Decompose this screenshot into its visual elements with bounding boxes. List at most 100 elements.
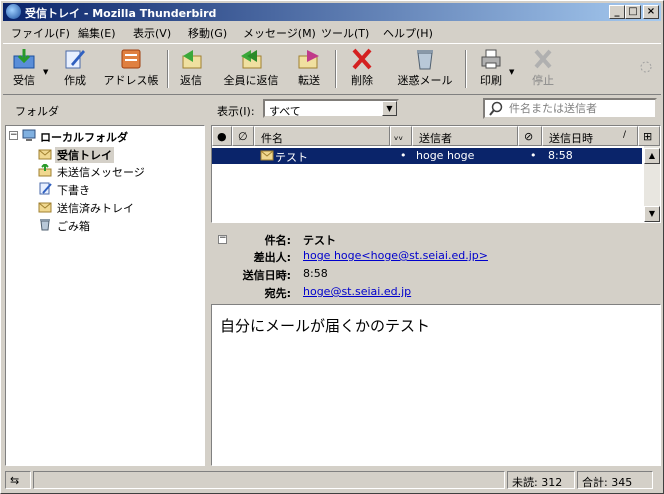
table-row[interactable]: テスト • hoge hoge • 8:58	[212, 148, 642, 164]
col-thread-icon[interactable]: ●	[212, 126, 232, 146]
address-book-button[interactable]: アドレス帳	[103, 48, 159, 90]
menu-message[interactable]: メッセージ(M)	[243, 25, 316, 41]
delete-x-icon	[350, 48, 374, 70]
compose-button[interactable]: 作成	[59, 48, 91, 90]
from-label: 差出人:	[253, 251, 291, 264]
folder-unsent[interactable]: 未送信メッセージ	[6, 162, 202, 180]
read-status-icon: ᵥᵥ	[394, 130, 404, 143]
outbox-icon	[38, 162, 52, 177]
view-label: 表示(I):	[217, 105, 255, 118]
thread-column-icon: ●	[217, 130, 227, 143]
thread-scrollbar[interactable]: ▲ ▼	[644, 146, 660, 222]
get-mail-dropdown-icon[interactable]: ▼	[43, 68, 48, 76]
col-read[interactable]: ᵥᵥ	[390, 126, 412, 146]
search-input[interactable]	[509, 101, 649, 116]
col-attachment[interactable]: ∅	[232, 126, 254, 146]
address-book-icon	[119, 48, 143, 70]
minimize-button[interactable]: _	[609, 5, 625, 19]
column-picker-icon: ⊞	[643, 130, 653, 143]
folder-inbox[interactable]: 受信トレイ	[6, 146, 202, 163]
view-select[interactable]: すべて ▼	[263, 99, 399, 118]
col-sender[interactable]: 送信者	[412, 126, 518, 146]
printer-icon	[479, 48, 503, 70]
junk-button[interactable]: 迷惑メール	[397, 48, 453, 90]
chevron-down-icon[interactable]: ▼	[382, 101, 397, 116]
computer-icon	[22, 129, 36, 142]
col-junk[interactable]: ⊘	[518, 126, 542, 146]
sent-icon	[38, 200, 52, 213]
folder-trash[interactable]: ごみ箱	[6, 217, 202, 234]
message-body-text: 自分にメールが届くかのテスト	[220, 317, 431, 335]
folder-drafts[interactable]: 下書き	[6, 181, 202, 198]
sort-ascending-icon: ∕	[623, 130, 627, 140]
to-link[interactable]: hoge@st.seiai.ed.jp	[303, 285, 411, 298]
thread-pane[interactable]: ● ∅ 件名 ᵥᵥ 送信者 ⊘ 送信日時 ∕ ⊞ テスト • hoge hoge…	[211, 125, 661, 223]
get-mail-button[interactable]: 受信	[9, 48, 39, 90]
col-date[interactable]: 送信日時 ∕	[542, 126, 638, 146]
unread-count-panel: 未読: 312	[507, 471, 575, 489]
delete-button[interactable]: 削除	[347, 48, 377, 90]
menu-help[interactable]: ヘルプ(H)	[383, 25, 433, 41]
reply-icon	[179, 48, 203, 70]
menu-tools[interactable]: ツール(T)	[321, 25, 369, 41]
subject-label: 件名:	[264, 234, 291, 247]
stop-icon	[531, 48, 555, 70]
message-date: 8:58	[548, 149, 573, 162]
local-folders-label: ローカルフォルダ	[40, 131, 128, 144]
reply-all-button[interactable]: 全員に返信	[221, 48, 281, 90]
view-selected-value: すべて	[269, 105, 301, 118]
main-toolbar: 受信 ▼ 作成 アドレス帳 返信 全員に返信 転送 削除 迷惑メール 印刷 ▼ …	[3, 43, 661, 95]
view-bar: 表示(I): すべて ▼	[211, 95, 661, 121]
print-button[interactable]: 印刷	[477, 48, 505, 90]
menu-bar: ファイル(F) 編集(E) 表示(V) 移動(G) メッセージ(M) ツール(T…	[3, 22, 661, 41]
online-status-icon: ⇆	[10, 474, 20, 487]
message-sender: hoge hoge	[416, 149, 475, 162]
subject-column-label: 件名	[261, 132, 283, 145]
header-subject-row: 件名: テスト	[211, 232, 661, 250]
search-icon[interactable]	[488, 101, 506, 119]
col-subject[interactable]: 件名	[254, 126, 390, 146]
unread-count: 未読: 312	[512, 476, 563, 489]
inbox-icon	[38, 147, 52, 160]
header-to-row: 宛先: hoge@st.seiai.ed.jp	[211, 285, 661, 303]
menu-go[interactable]: 移動(G)	[188, 25, 227, 41]
stop-button[interactable]: 停止	[529, 48, 557, 90]
tree-root-local-folders[interactable]: − ローカルフォルダ	[6, 128, 202, 145]
offline-toggle[interactable]: ⇆	[5, 471, 31, 489]
header-from-row: 差出人: hoge hoge<hoge@st.seiai.ed.jp>	[211, 249, 661, 267]
toolbar-separator	[335, 50, 337, 88]
collapse-toggle-icon[interactable]: −	[9, 131, 18, 140]
sent-label: 送信済みトレイ	[57, 202, 134, 215]
compose-icon	[63, 48, 87, 70]
date-column-label: 送信日時	[549, 132, 593, 145]
search-box[interactable]	[483, 98, 657, 119]
folder-tree[interactable]: − ローカルフォルダ 受信トレイ 未送信メッセージ 下書き 送信済みトレイ ごみ…	[5, 125, 205, 466]
folder-pane-title: フォルダ	[15, 105, 59, 118]
throbber-icon	[639, 60, 653, 77]
from-link[interactable]: hoge hoge<hoge@st.seiai.ed.jp>	[303, 249, 488, 262]
maximize-button[interactable]: □	[625, 5, 641, 19]
attachment-icon: ∅	[238, 130, 248, 143]
drafts-label: 下書き	[57, 184, 90, 197]
total-count-panel: 合計: 345	[577, 471, 653, 489]
trash-can-icon	[413, 48, 437, 70]
column-picker[interactable]: ⊞	[638, 126, 660, 146]
menu-view[interactable]: 表示(V)	[133, 25, 171, 41]
menu-edit[interactable]: 編集(E)	[78, 25, 116, 41]
reply-button[interactable]: 返信	[175, 48, 207, 90]
thunderbird-app-icon[interactable]	[6, 4, 21, 19]
to-label: 宛先:	[264, 287, 291, 300]
status-bar: ⇆ 未読: 312 合計: 345	[3, 469, 661, 491]
folder-sent[interactable]: 送信済みトレイ	[6, 199, 202, 216]
close-button[interactable]: ×	[643, 5, 659, 19]
get-mail-icon	[12, 48, 36, 70]
read-dot-icon[interactable]: •	[400, 149, 407, 162]
scroll-down-icon[interactable]: ▼	[644, 206, 660, 222]
scroll-up-icon[interactable]: ▲	[644, 148, 660, 164]
message-body-pane[interactable]: 自分にメールが届くかのテスト	[211, 304, 661, 466]
print-dropdown-icon[interactable]: ▼	[509, 68, 514, 76]
forward-button[interactable]: 転送	[293, 48, 325, 90]
toolbar-separator	[167, 50, 169, 88]
junk-dot-icon[interactable]: •	[530, 149, 537, 162]
menu-file[interactable]: ファイル(F)	[11, 25, 70, 41]
